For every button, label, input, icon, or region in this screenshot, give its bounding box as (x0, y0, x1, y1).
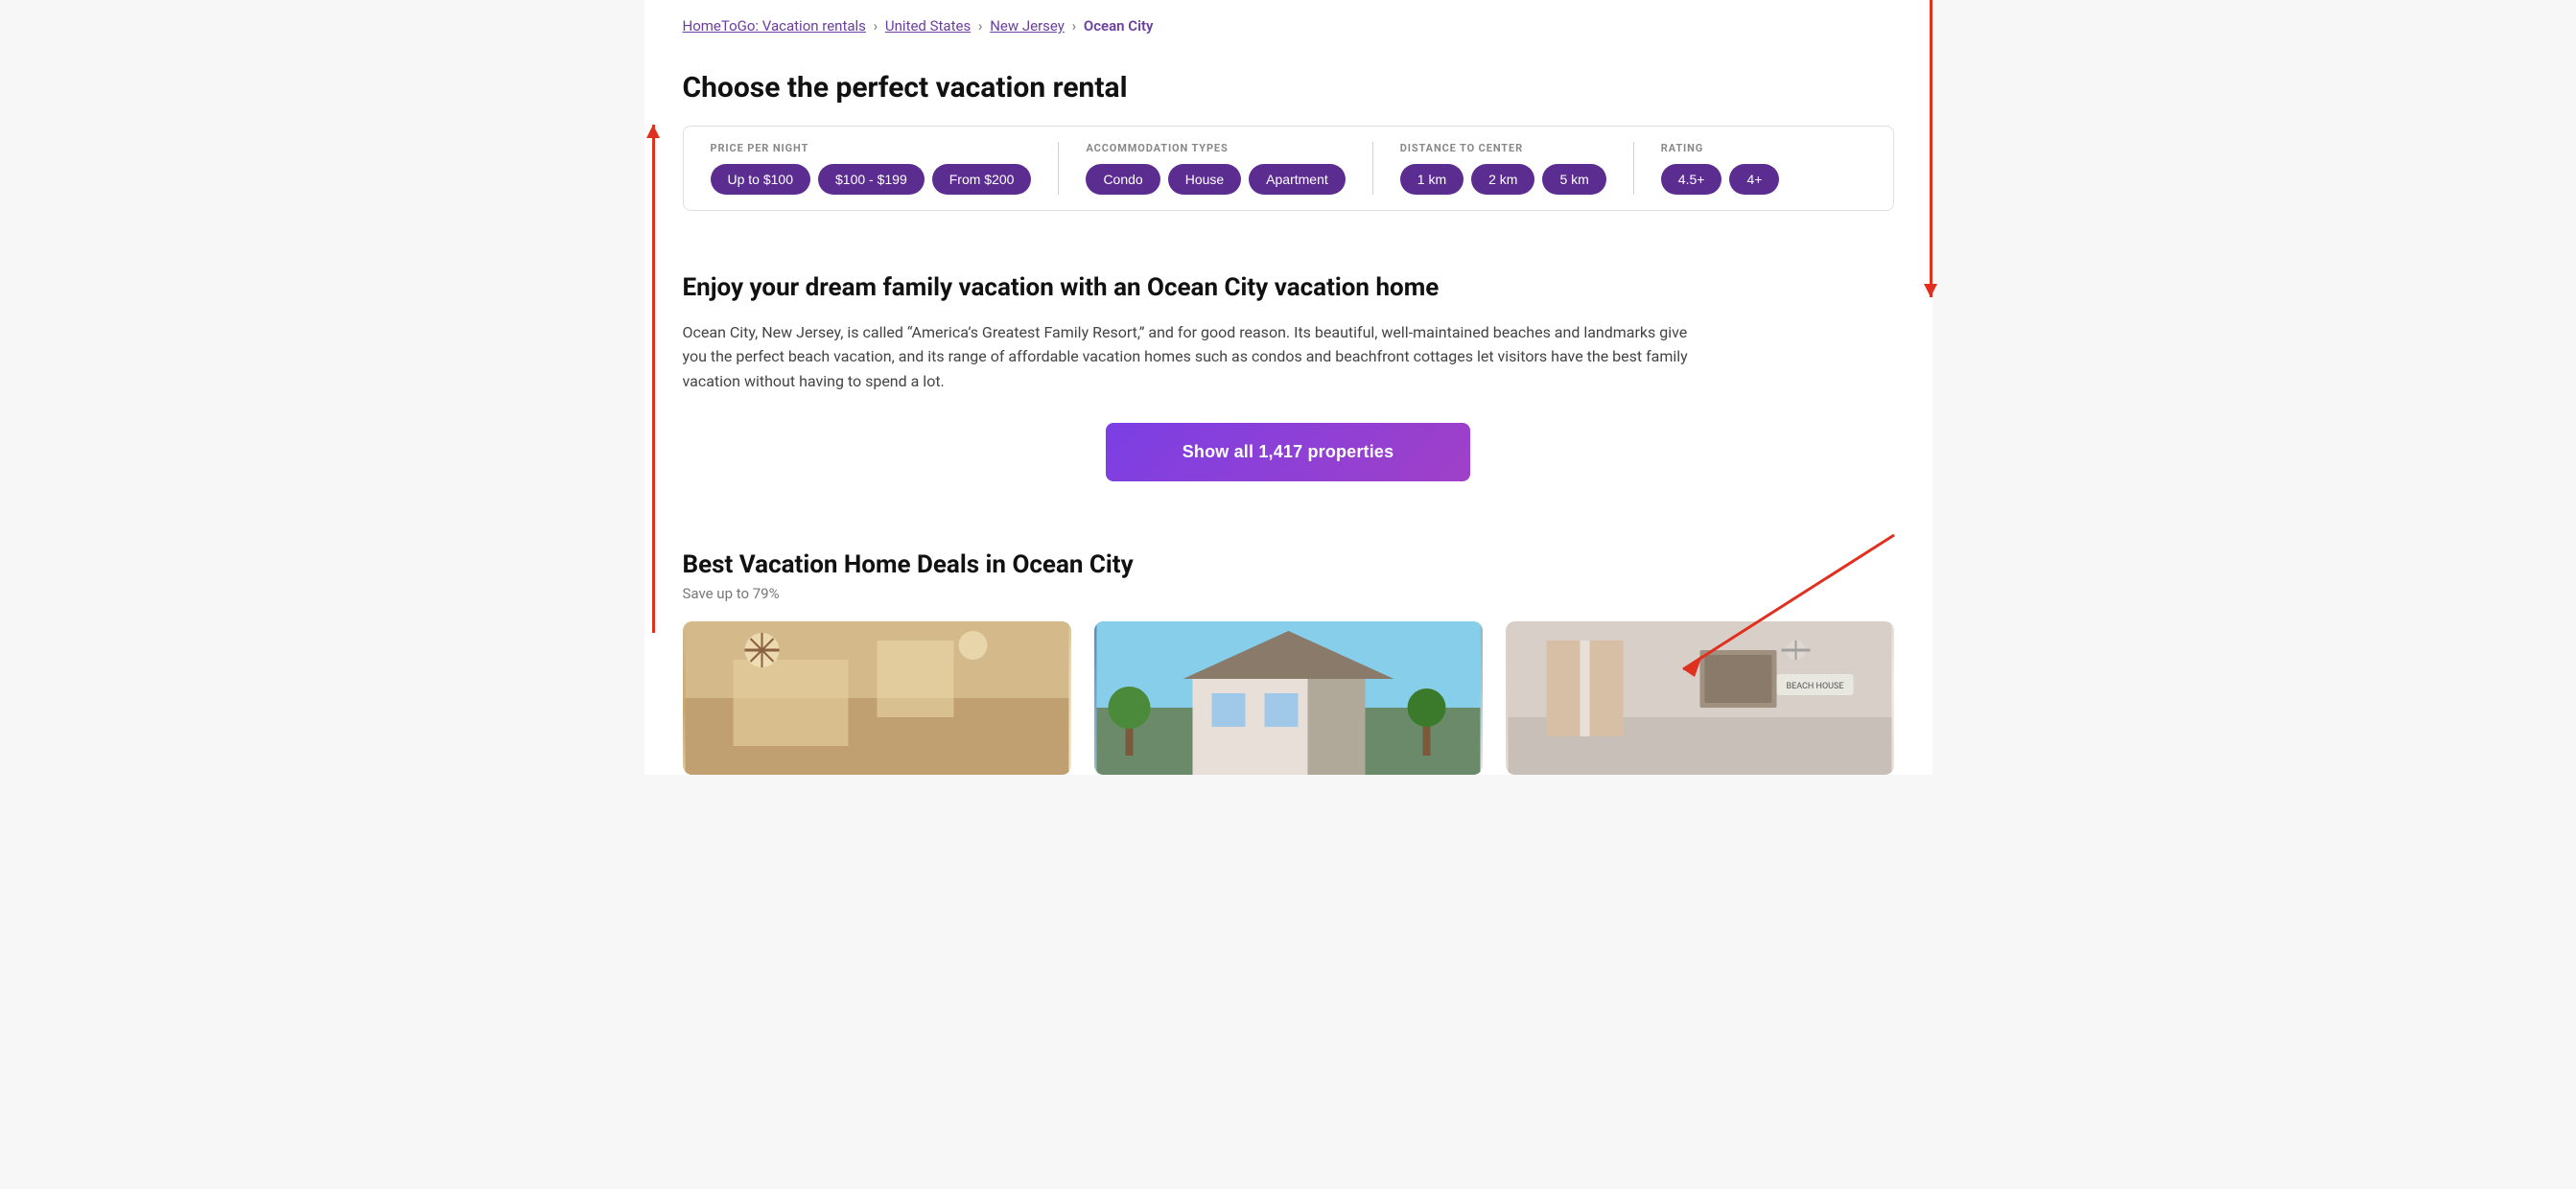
pill-condo[interactable]: Condo (1086, 164, 1159, 195)
rating-pills: 4.5+ 4+ (1661, 164, 1780, 195)
filter-group-rating: RATING 4.5+ 4+ (1633, 142, 1807, 195)
pill-up-to-100[interactable]: Up to $100 (711, 164, 811, 195)
breadcrumb-item-ocean-city: Ocean City (1084, 17, 1154, 35)
pill-100-199[interactable]: $100 - $199 (818, 164, 925, 195)
pill-1km[interactable]: 1 km (1400, 164, 1464, 195)
choose-title: Choose the perfect vacation rental (683, 71, 1894, 105)
property-card-img-1 (683, 621, 1071, 775)
dream-title: Enjoy your dream family vacation with an… (683, 272, 1894, 305)
show-all-button[interactable]: Show all 1,417 properties (1106, 423, 1470, 481)
pill-5km[interactable]: 5 km (1542, 164, 1605, 195)
dream-body: Ocean City, New Jersey, is called “Ameri… (683, 320, 1690, 394)
price-label: PRICE PER NIGHT (711, 142, 1032, 154)
annotation-arrow-right-top (1930, 0, 1932, 297)
filter-group-price: PRICE PER NIGHT Up to $100 $100 - $199 F… (684, 142, 1059, 195)
pill-apartment[interactable]: Apartment (1249, 164, 1346, 195)
breadcrumb-item-united-states[interactable]: United States (885, 17, 971, 35)
breadcrumb-item-hometogo[interactable]: HomeToGo: Vacation rentals (683, 17, 866, 35)
rating-label: RATING (1661, 142, 1780, 154)
breadcrumb: HomeToGo: Vacation rentals › United Stat… (683, 0, 1894, 44)
accommodation-pills: Condo House Apartment (1086, 164, 1345, 195)
distance-pills: 1 km 2 km 5 km (1400, 164, 1606, 195)
pill-house[interactable]: House (1168, 164, 1241, 195)
breadcrumb-item-new-jersey[interactable]: New Jersey (990, 17, 1065, 35)
property-card-img-2 (1094, 621, 1483, 775)
choose-section: Choose the perfect vacation rental PRICE… (683, 44, 1894, 263)
filter-bar: PRICE PER NIGHT Up to $100 $100 - $199 F… (683, 126, 1894, 211)
breadcrumb-sep-3: › (1072, 17, 1080, 35)
filter-group-accommodation: ACCOMMODATION TYPES Condo House Apartmen… (1058, 142, 1371, 195)
property-card-1[interactable] (683, 621, 1071, 775)
distance-label: DISTANCE TO CENTER (1400, 142, 1606, 154)
breadcrumb-sep-2: › (978, 17, 986, 35)
pill-4-plus[interactable]: 4+ (1729, 164, 1779, 195)
pill-2km[interactable]: 2 km (1471, 164, 1534, 195)
page-wrapper: HomeToGo: Vacation rentals › United Stat… (644, 0, 1932, 775)
price-pills: Up to $100 $100 - $199 From $200 (711, 164, 1032, 195)
filter-group-distance: DISTANCE TO CENTER 1 km 2 km 5 km (1372, 142, 1633, 195)
annotation-arrow-diagonal (1626, 525, 1932, 717)
accommodation-label: ACCOMMODATION TYPES (1086, 142, 1345, 154)
dream-section: Enjoy your dream family vacation with an… (683, 263, 1894, 543)
pill-from-200[interactable]: From $200 (932, 164, 1032, 195)
pill-4-5-plus[interactable]: 4.5+ (1661, 164, 1722, 195)
annotation-arrow-left (652, 125, 655, 633)
property-card-2[interactable] (1094, 621, 1483, 775)
breadcrumb-sep-1: › (874, 17, 881, 35)
